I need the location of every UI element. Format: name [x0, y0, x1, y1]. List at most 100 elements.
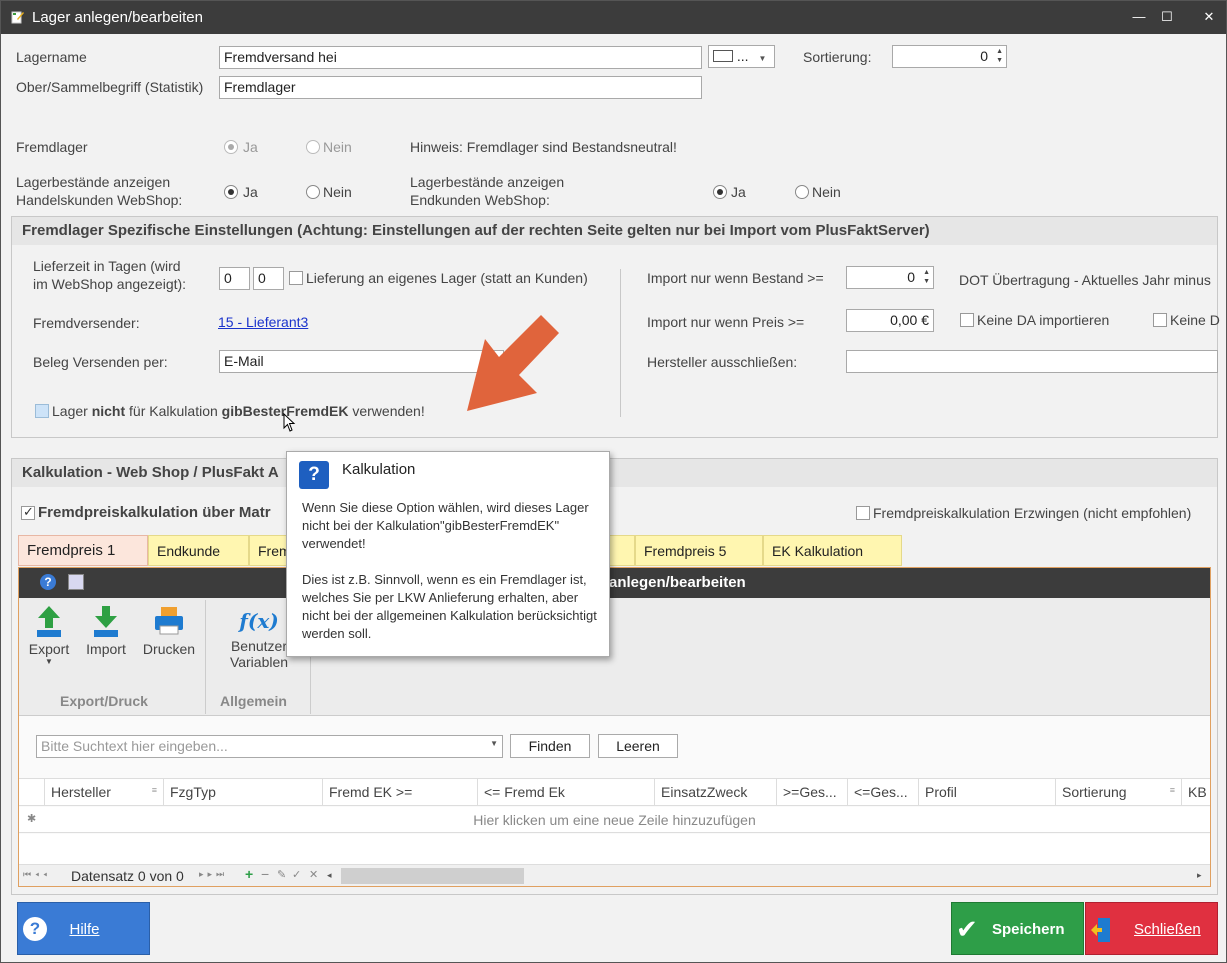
maximize-button[interactable]: ☐	[1157, 7, 1177, 27]
fremdlager-nein-radio[interactable]	[306, 140, 320, 154]
tab-label: Fremdpreis 5	[644, 543, 727, 559]
column-label: Profil	[925, 784, 957, 800]
import-bestand-value: 0	[907, 269, 915, 285]
search-input[interactable]: Bitte Suchtext hier eingeben... ▼	[36, 735, 503, 758]
nav-first-prev-icons[interactable]: ⏮◂◂	[23, 869, 51, 880]
cancel-icon[interactable]: ✕	[309, 868, 318, 881]
export-button[interactable]: Export ▼	[25, 604, 73, 666]
lieferung-eigen-checkbox[interactable]	[289, 271, 303, 285]
lager-nicht-checkbox[interactable]	[35, 404, 49, 418]
fremdversender-label: Fremdversender:	[33, 315, 140, 331]
column-ges-le[interactable]: <=Ges...	[848, 779, 919, 805]
fremdlager-ja-radio[interactable]	[224, 140, 238, 154]
import-preis-input[interactable]: 0,00 €	[846, 309, 934, 332]
check-icon[interactable]: ✓	[292, 868, 301, 881]
tab-ek-kalkulation[interactable]: EK Kalkulation	[763, 535, 902, 566]
tab-fremdpreis-1[interactable]: Fremdpreis 1	[18, 535, 148, 566]
import-bestand-label: Import nur wenn Bestand >=	[647, 270, 824, 286]
lb-end-nein-radio[interactable]	[795, 185, 809, 199]
scroll-left-icon[interactable]: ◂	[327, 870, 332, 881]
horizontal-scrollbar-thumb[interactable]	[341, 868, 524, 884]
erzwingen-checkbox[interactable]	[856, 506, 870, 520]
schliessen-label: Schließen	[1134, 921, 1201, 938]
lieferzeit-min-input[interactable]: 0	[219, 267, 250, 290]
fremdversender-link[interactable]: 15 - Lieferant3	[218, 314, 308, 330]
color-dropdown[interactable]: ... ▼	[708, 45, 775, 68]
lb-handel-ja-label: Ja	[243, 184, 258, 200]
lager-nicht-post: verwenden!	[348, 403, 425, 419]
printer-icon	[155, 607, 183, 635]
finden-button[interactable]: Finden	[510, 734, 590, 758]
lager-nicht-label: Lager nicht für Kalkulation gibBesterFre…	[52, 403, 425, 419]
column-profil[interactable]: Profil	[919, 779, 1056, 805]
hilfe-button[interactable]: ? Hilfe	[17, 902, 150, 955]
remove-icon[interactable]: −	[261, 866, 269, 882]
lager-window: Lager anlegen/bearbeiten — ☐ ✕ Lagername…	[0, 0, 1227, 963]
sortierung-value: 0	[980, 48, 988, 64]
spinner-icon[interactable]: ▲ ▼	[923, 268, 930, 286]
beleg-dropdown[interactable]: E-Mail	[219, 350, 504, 373]
scroll-right-icon[interactable]: ▸	[1197, 870, 1202, 881]
fremdlager-ja-label: Ja	[243, 139, 258, 155]
add-icon[interactable]: +	[245, 866, 253, 882]
erzwingen-label: Fremdpreiskalkulation Erzwingen (nicht e…	[873, 505, 1192, 521]
beleg-label: Beleg Versenden per:	[33, 354, 168, 370]
new-row-hint: Hier klicken um eine neue Zeile hinzuzuf…	[473, 812, 756, 828]
ober-input[interactable]: Fremdlager	[219, 76, 702, 99]
kalkulation-group-header: Kalkulation - Web Shop / PlusFakt A	[12, 459, 1217, 487]
spinner-icon[interactable]: ▲ ▼	[996, 47, 1003, 65]
column-ges-ge[interactable]: >=Ges...	[777, 779, 848, 805]
keine-da-checkbox[interactable]	[960, 313, 974, 327]
keine-d-checkbox[interactable]	[1153, 313, 1167, 327]
column-einsatzzweck[interactable]: EinsatzZweck	[655, 779, 777, 805]
help-icon[interactable]: ?	[40, 574, 56, 590]
edit-icon[interactable]: ✎	[277, 868, 286, 881]
lagername-input[interactable]: Fremdversand hei	[219, 46, 702, 69]
ribbon-group-export: Export/Druck	[60, 693, 148, 709]
lb-handel-ja-radio[interactable]	[224, 185, 238, 199]
grid-indicator-column	[19, 779, 45, 805]
lagername-label: Lagername	[16, 49, 87, 65]
lb-handel-nein-label: Nein	[323, 184, 352, 200]
close-window-button[interactable]: ✕	[1199, 7, 1219, 27]
column-fremd-ek-le[interactable]: <= Fremd Ek	[478, 779, 655, 805]
window-title: Lager anlegen/bearbeiten	[32, 9, 203, 26]
filter-icon[interactable]: ≡	[1170, 785, 1175, 795]
speichern-button[interactable]: ✔ Speichern	[951, 902, 1084, 955]
grid-body	[19, 834, 1210, 864]
drucken-button[interactable]: Drucken	[141, 604, 197, 657]
color-swatch	[713, 50, 733, 62]
column-fzgtyp[interactable]: FzgTyp	[164, 779, 323, 805]
filter-icon[interactable]: ≡	[152, 785, 157, 795]
tab-fremdpreis-4[interactable]	[609, 535, 635, 566]
lb-end-ja-radio[interactable]	[713, 185, 727, 199]
lb-handel-label-1: Lagerbestände anzeigen	[16, 174, 171, 190]
schliessen-button[interactable]: Schließen	[1085, 902, 1218, 955]
inner-form: ? anlegen/bearbeiten Export ▼ Import Dru…	[18, 567, 1211, 887]
fremdlager-group-header: Fremdlager Spezifische Einstellungen (Ac…	[12, 217, 1217, 245]
fremdlager-label: Fremdlager	[16, 139, 88, 155]
sortierung-input[interactable]: 0 ▲ ▼	[892, 45, 1007, 68]
column-fremd-ek-ge[interactable]: Fremd EK >=	[323, 779, 478, 805]
import-bestand-input[interactable]: 0 ▲ ▼	[846, 266, 934, 289]
tab-fremdpreis-5[interactable]: Fremdpreis 5	[635, 535, 763, 566]
import-icon	[94, 606, 118, 637]
hersteller-input[interactable]	[846, 350, 1218, 373]
settings-icon[interactable]	[68, 574, 84, 590]
keine-d-label: Keine D	[1170, 312, 1220, 328]
lb-end-nein-label: Nein	[812, 184, 841, 200]
lieferzeit-max-input[interactable]: 0	[253, 267, 284, 290]
fremdpreis-matrix-checkbox[interactable]	[21, 504, 35, 520]
column-kb[interactable]: KB	[1182, 779, 1210, 805]
import-button[interactable]: Import	[82, 604, 130, 657]
column-hersteller[interactable]: Hersteller ≡	[45, 779, 164, 805]
nav-next-last-icons[interactable]: ▸▸⏭	[199, 869, 228, 880]
drucken-label: Drucken	[142, 641, 196, 657]
new-row[interactable]: ✱ Hier klicken um eine neue Zeile hinzuz…	[19, 807, 1210, 833]
minimize-button[interactable]: —	[1129, 7, 1149, 27]
tab-endkunde[interactable]: Endkunde	[148, 535, 249, 566]
lb-handel-nein-radio[interactable]	[306, 185, 320, 199]
leeren-button[interactable]: Leeren	[598, 734, 678, 758]
ribbon: Export ▼ Import Drucken f(x) Benutzer Va…	[19, 598, 1210, 716]
column-sortierung[interactable]: Sortierung ≡	[1056, 779, 1182, 805]
